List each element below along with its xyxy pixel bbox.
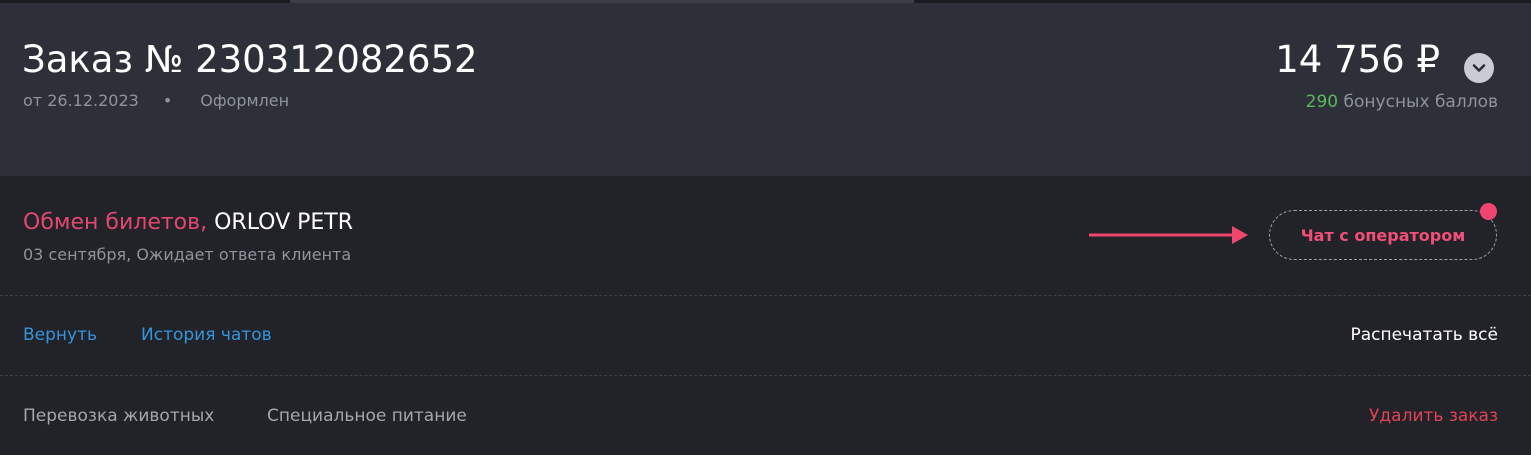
delete-order-link[interactable]: Удалить заказ xyxy=(1369,405,1498,427)
bonus-points: 290 xyxy=(1305,92,1339,112)
chat-with-operator-button[interactable]: Чат с оператором xyxy=(1269,210,1497,260)
pet-transport-link[interactable]: Перевозка животных xyxy=(23,405,214,427)
arrow-right-icon xyxy=(1089,226,1248,244)
order-header: Заказ № 230312082652 от 26.12.2023 • Оформ… xyxy=(0,3,1531,176)
chevron-down-icon xyxy=(1472,64,1486,72)
divider xyxy=(0,295,1531,296)
request-type: Обмен билетов, xyxy=(23,210,208,235)
request-title: Обмен билетов, ORLOV PETR xyxy=(23,208,353,238)
passenger-name: ORLOV PETR xyxy=(214,210,354,235)
divider xyxy=(0,375,1531,376)
expand-order-button[interactable] xyxy=(1464,53,1494,83)
return-link[interactable]: Вернуть xyxy=(23,324,97,346)
order-status: Оформлен xyxy=(200,91,290,110)
order-meta: от 26.12.2023 • Оформлен xyxy=(23,90,289,112)
request-subtitle: 03 сентября, Ожидает ответа клиента xyxy=(23,245,352,264)
chat-history-link[interactable]: История чатов xyxy=(141,324,272,346)
notification-dot-icon xyxy=(1480,203,1497,220)
order-total: 14 756 ₽ xyxy=(1275,38,1440,81)
bonus-label: бонусных баллов xyxy=(1343,92,1498,112)
order-title: Заказ № 230312082652 xyxy=(22,38,478,81)
order-date: от 26.12.2023 xyxy=(23,91,139,110)
meta-separator: • xyxy=(162,91,173,110)
bonus-info: 290 бонусных баллов xyxy=(1306,91,1498,113)
special-meals-link[interactable]: Специальное питание xyxy=(267,405,467,427)
print-all-link[interactable]: Распечатать всё xyxy=(1350,324,1498,346)
